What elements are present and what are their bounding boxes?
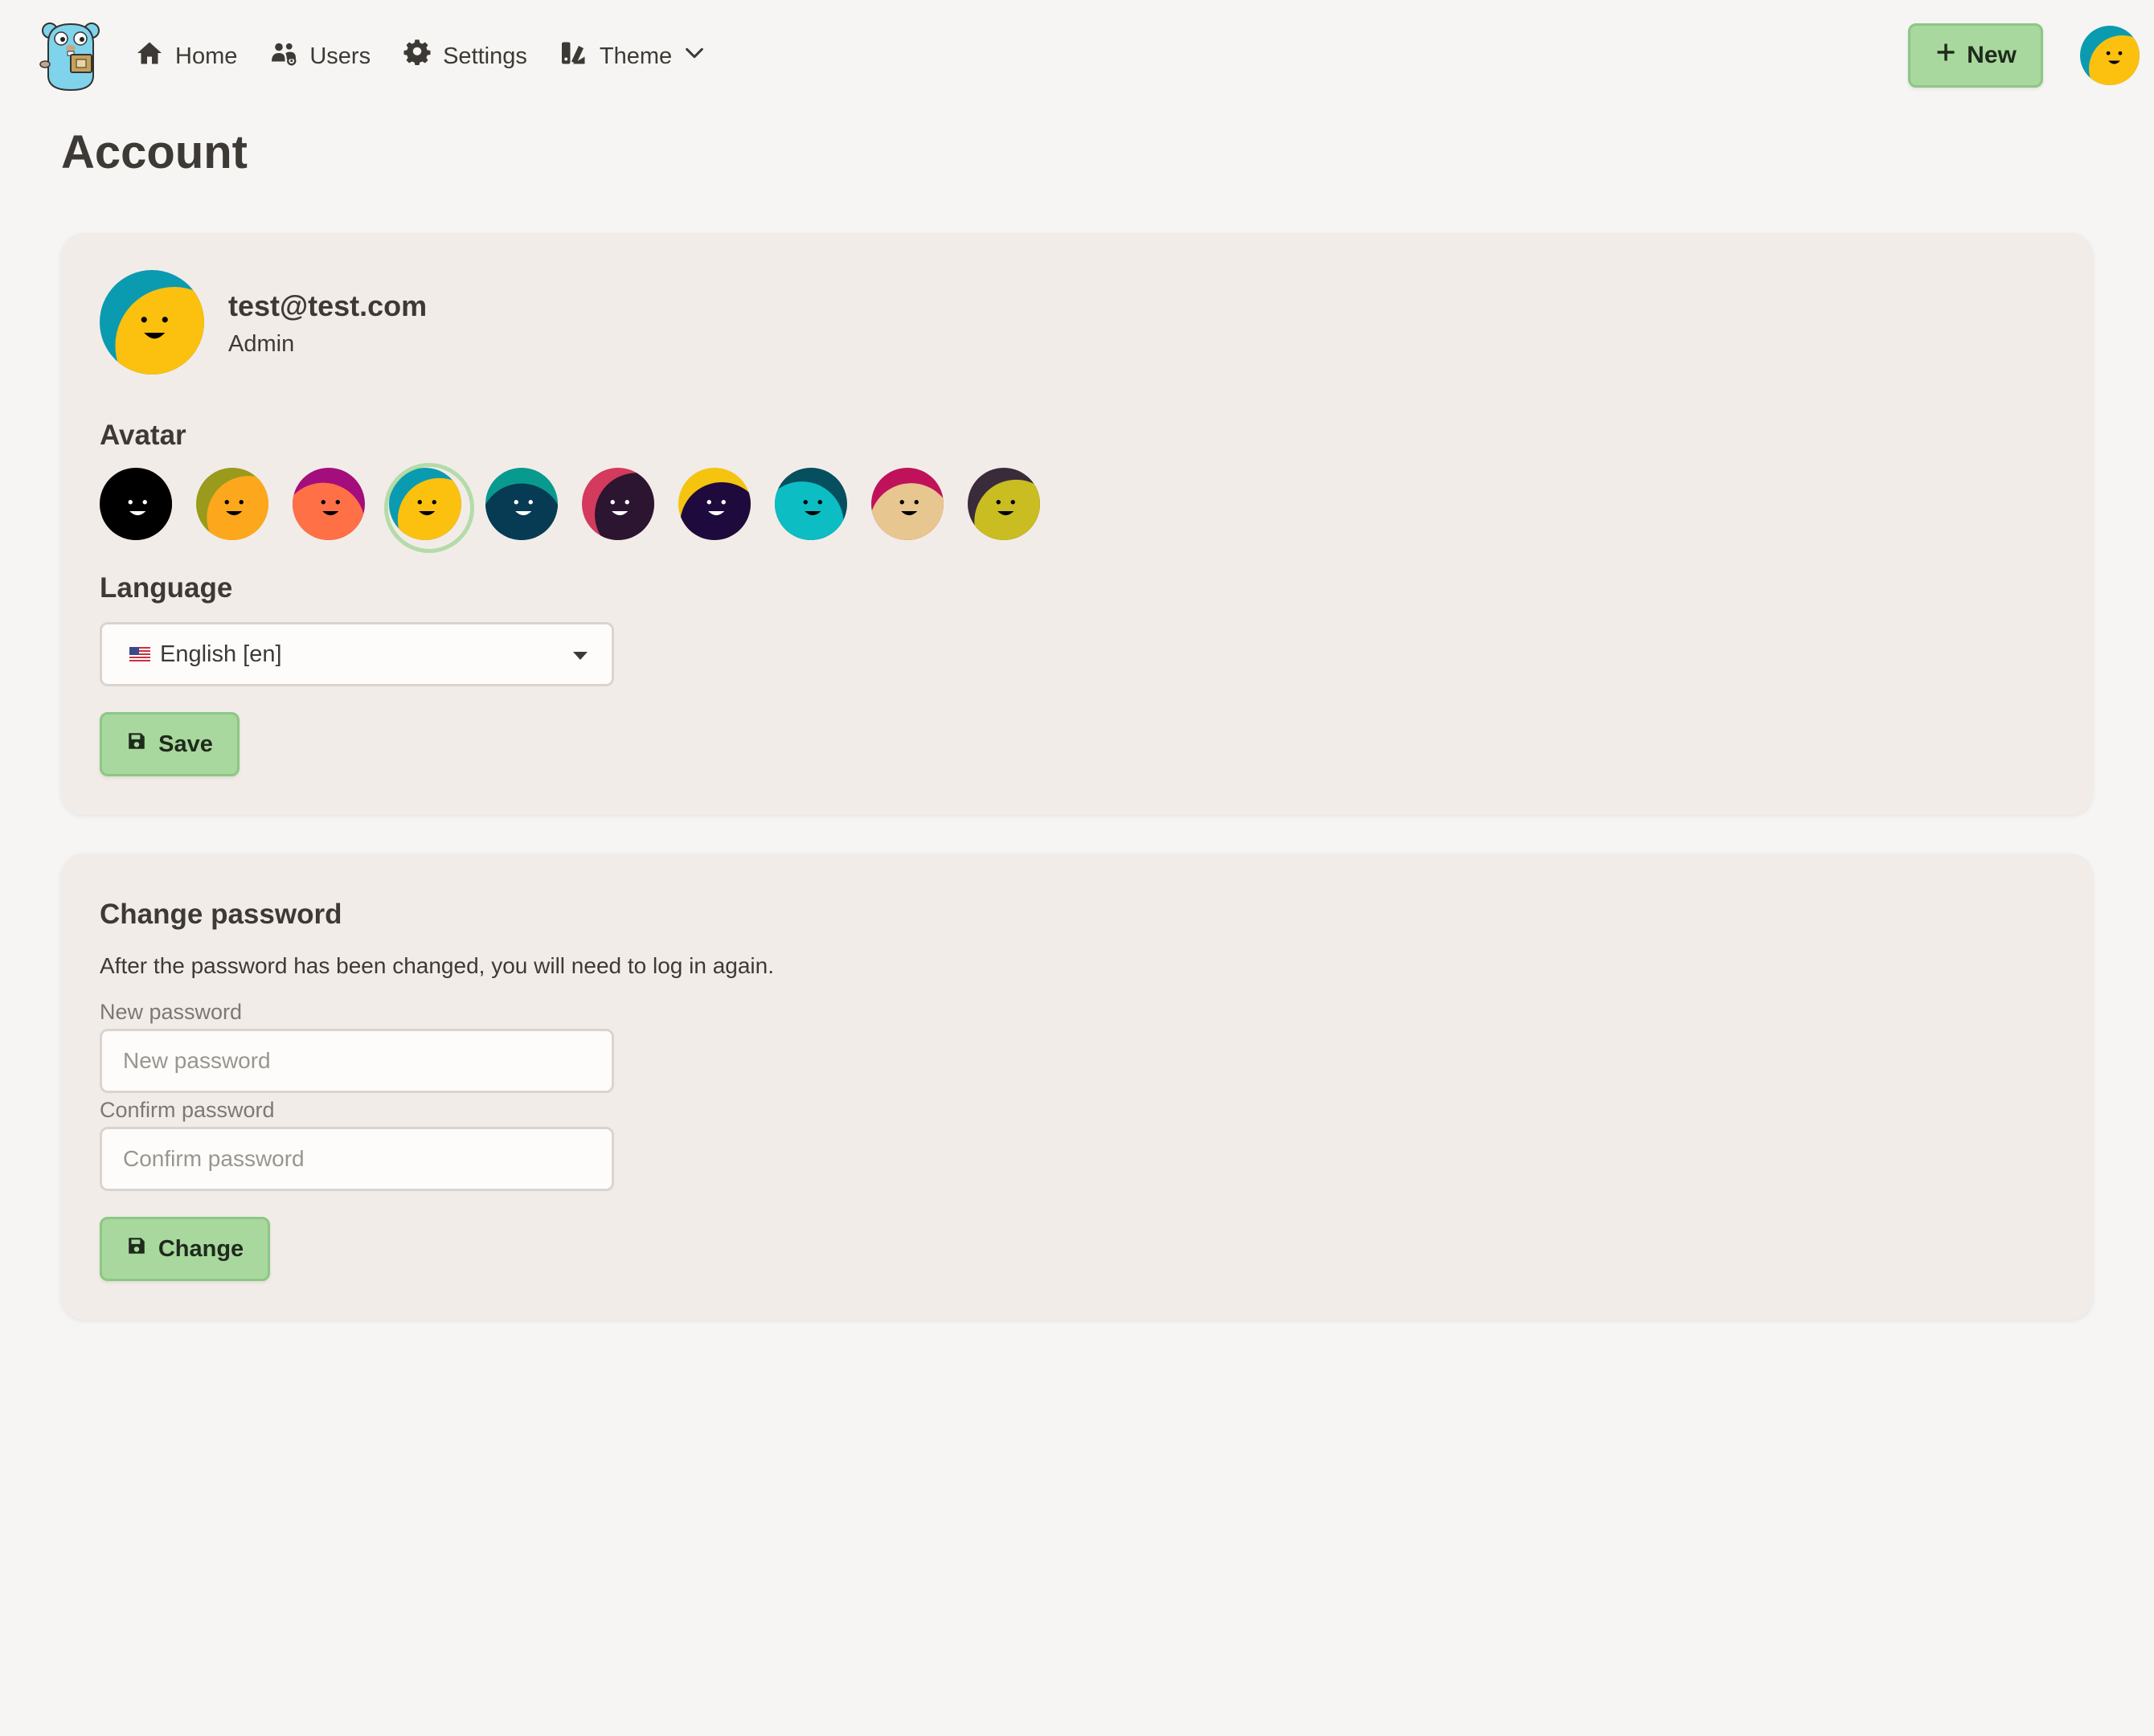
new-button[interactable]: New <box>1908 23 2043 88</box>
change-password-title: Change password <box>100 899 342 930</box>
users-icon <box>269 39 298 74</box>
avatar-option[interactable] <box>582 468 654 540</box>
avatar-option[interactable] <box>196 468 268 540</box>
avatar-option[interactable] <box>384 463 474 553</box>
avatar-option[interactable] <box>871 468 944 540</box>
avatar-option[interactable] <box>968 468 1040 540</box>
confirm-password-input[interactable] <box>100 1127 614 1191</box>
nav-users-link[interactable]: Users <box>269 39 371 74</box>
gopher-logo-icon[interactable] <box>39 19 103 92</box>
save-button[interactable]: Save <box>100 712 240 776</box>
profile-email: test@test.com <box>228 289 428 322</box>
new-password-input[interactable] <box>100 1029 614 1093</box>
nav-theme-dropdown[interactable]: Theme <box>559 39 706 74</box>
avatar-option[interactable] <box>293 468 365 540</box>
gear-icon <box>403 39 432 74</box>
avatar-section-label: Avatar <box>100 420 186 451</box>
floppy-disk-icon <box>126 1235 147 1263</box>
nav-settings-link[interactable]: Settings <box>403 39 527 74</box>
caret-down-icon <box>573 652 588 660</box>
language-select-value: English [en] <box>160 641 282 667</box>
nav-users-label: Users <box>309 43 371 69</box>
profile-role: Admin <box>228 331 295 357</box>
avatar-option[interactable] <box>775 468 847 540</box>
plus-icon <box>1935 41 1957 70</box>
nav-theme-label: Theme <box>599 43 673 69</box>
nav-home-link[interactable]: Home <box>135 39 237 74</box>
avatar-option[interactable] <box>100 468 172 540</box>
change-password-description: After the password has been changed, you… <box>100 953 775 978</box>
nav-home-label: Home <box>175 43 238 69</box>
page-title: Account <box>61 126 248 178</box>
chevron-down-icon <box>683 42 706 71</box>
us-flag-icon <box>129 647 160 661</box>
floppy-disk-icon <box>126 731 147 758</box>
theme-icon <box>559 39 588 74</box>
nav-settings-label: Settings <box>443 43 527 69</box>
avatar-option[interactable] <box>678 468 751 540</box>
top-navbar: Home Users Settings Theme New <box>0 0 2154 113</box>
change-button-label: Change <box>158 1235 244 1262</box>
profile-avatar <box>100 270 204 375</box>
account-card: test@test.com Admin Avatar Language Engl… <box>61 233 2093 815</box>
avatar-option[interactable] <box>485 468 558 540</box>
user-avatar-menu[interactable] <box>2080 26 2140 85</box>
save-button-label: Save <box>158 731 213 757</box>
confirm-password-label: Confirm password <box>100 1098 275 1122</box>
new-password-label: New password <box>100 1000 243 1024</box>
change-password-button[interactable]: Change <box>100 1217 270 1281</box>
home-icon <box>135 39 164 74</box>
language-select[interactable]: English [en] <box>100 622 614 686</box>
nav-links: Home Users Settings Theme <box>135 35 706 77</box>
change-password-card: Change password After the password has b… <box>61 854 2093 1320</box>
language-section-label: Language <box>100 572 233 604</box>
new-button-label: New <box>1967 42 2017 68</box>
